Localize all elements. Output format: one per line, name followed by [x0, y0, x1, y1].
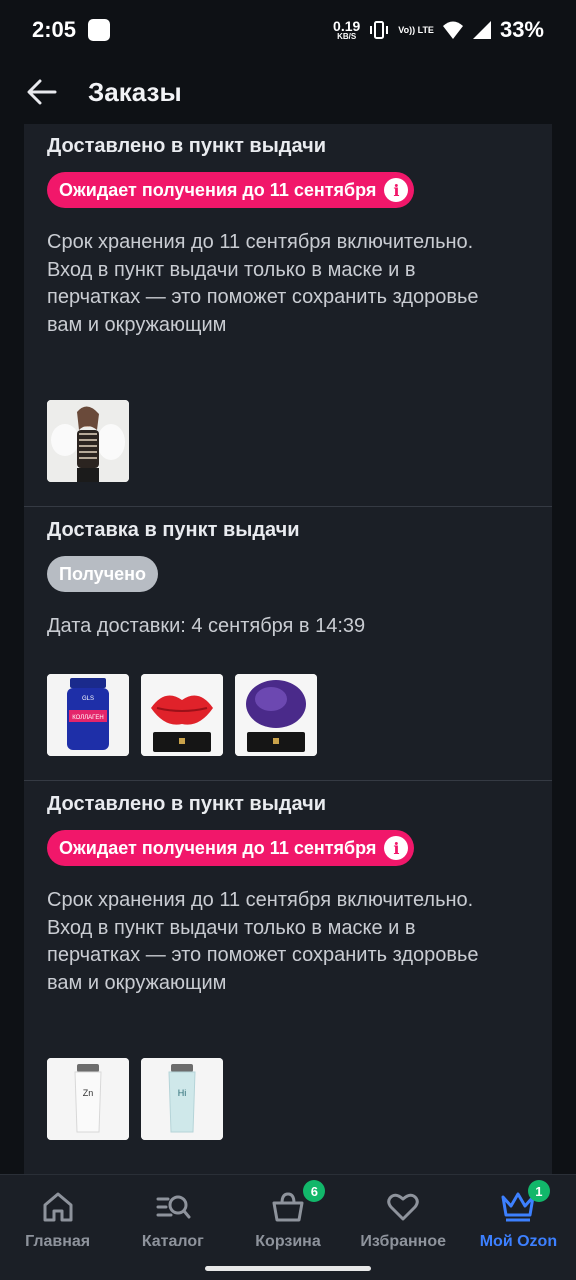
nav-label: Избранное: [360, 1233, 447, 1250]
profile-count-badge: 1: [527, 1180, 550, 1202]
product-name-label: КОЛЛАГЕН: [72, 715, 104, 721]
status-badge-text: Ожидает получения до 11 сентября: [59, 837, 377, 858]
info-icon[interactable]: i: [384, 836, 409, 860]
signal-icon: [472, 21, 491, 39]
notification-icon: [88, 19, 111, 41]
order-card[interactable]: Доставлено в пункт выдачи Ожидает получе…: [24, 781, 552, 1174]
order-thumbnails: GLS КОЛЛАГЕН: [47, 674, 317, 756]
heart-icon: [383, 1189, 423, 1225]
order-title: Доставлено в пункт выдачи: [47, 793, 327, 815]
wifi-icon: [442, 21, 463, 39]
status-time: 2:05: [32, 17, 77, 42]
nav-label: Каталог: [141, 1233, 204, 1250]
product-thumbnail[interactable]: GLS КОЛЛАГЕН: [47, 674, 129, 756]
product-thumbnail[interactable]: Zn: [47, 1058, 129, 1140]
order-thumbnails: [47, 400, 129, 482]
page-title: Заказы: [88, 76, 182, 107]
orders-list[interactable]: Доставлено в пункт выдачи Ожидает получе…: [24, 124, 552, 1174]
vibrate-icon: [370, 21, 389, 39]
network-speed: 0.19 KB/S: [333, 19, 360, 41]
product-brand-label: GLS: [82, 696, 94, 702]
info-icon[interactable]: i: [384, 178, 409, 202]
product-image: GLS КОЛЛАГЕН: [47, 674, 129, 756]
status-badge[interactable]: Ожидает получения до 11 сентября i: [47, 172, 415, 208]
battery-level: 33%: [499, 17, 544, 42]
arrow-left-icon: [27, 79, 57, 105]
product-name-label: Hi: [178, 1088, 187, 1098]
status-badge-text: Ожидает получения до 11 сентября: [59, 179, 377, 200]
product-name-label: Zn: [83, 1088, 94, 1098]
bottom-navigation: Главная Каталог 6 Корзина Избранное 1 Мо…: [0, 1174, 576, 1280]
catalog-search-icon: [153, 1189, 193, 1225]
app-bar: Заказы: [0, 60, 576, 124]
home-icon: [38, 1189, 78, 1225]
back-button[interactable]: [22, 72, 62, 112]
network-speed-unit: KB/S: [337, 32, 357, 41]
nav-label: Корзина: [255, 1233, 321, 1250]
order-card[interactable]: Доставлено в пункт выдачи Ожидает получе…: [24, 124, 552, 507]
nav-cart[interactable]: 6 Корзина: [230, 1175, 345, 1280]
network-speed-value: 0.19: [333, 18, 361, 34]
nav-label: Главная: [25, 1233, 91, 1250]
nav-catalog[interactable]: Каталог: [115, 1175, 230, 1280]
cart-count-badge: 6: [303, 1180, 326, 1202]
product-thumbnail[interactable]: Hi: [141, 1058, 223, 1140]
nav-home[interactable]: Главная: [0, 1175, 115, 1280]
order-title: Доставлено в пункт выдачи: [47, 135, 327, 157]
product-image: Hi: [141, 1058, 223, 1140]
status-badge: Получено: [47, 556, 159, 592]
product-image: Zn: [47, 1058, 129, 1140]
product-image: [141, 674, 223, 756]
product-thumbnail[interactable]: [47, 400, 129, 482]
nav-label: Мой Ozon: [479, 1233, 558, 1250]
cart-icon: [268, 1189, 308, 1225]
nav-my-ozon[interactable]: 1 Мой Ozon: [461, 1175, 576, 1280]
order-title: Доставка в пункт выдачи: [47, 519, 300, 541]
order-card[interactable]: Доставка в пункт выдачи Получено Дата до…: [24, 507, 552, 781]
nav-favorites[interactable]: Избранное: [346, 1175, 461, 1280]
status-indicators: 0.19 KB/S Vo)) LTE 33%: [333, 17, 544, 43]
product-image: [235, 674, 317, 756]
gesture-home-indicator[interactable]: [205, 1266, 371, 1271]
order-description: Срок хранения до 11 сентября включительн…: [47, 231, 479, 336]
status-badge[interactable]: Ожидает получения до 11 сентября i: [47, 830, 415, 866]
status-badge-text: Получено: [59, 563, 147, 584]
order-description: Дата доставки: 4 сентября в 14:39: [47, 615, 366, 637]
volte-indicator: Vo)) LTE: [398, 24, 434, 35]
order-description: Срок хранения до 11 сентября включительн…: [47, 889, 479, 994]
product-image: [47, 400, 129, 482]
order-thumbnails: Zn Hi: [47, 1058, 223, 1140]
status-bar: 2:05 0.19 KB/S Vo)) LTE 33%: [0, 0, 576, 60]
product-thumbnail[interactable]: [141, 674, 223, 756]
product-thumbnail[interactable]: [235, 674, 317, 756]
